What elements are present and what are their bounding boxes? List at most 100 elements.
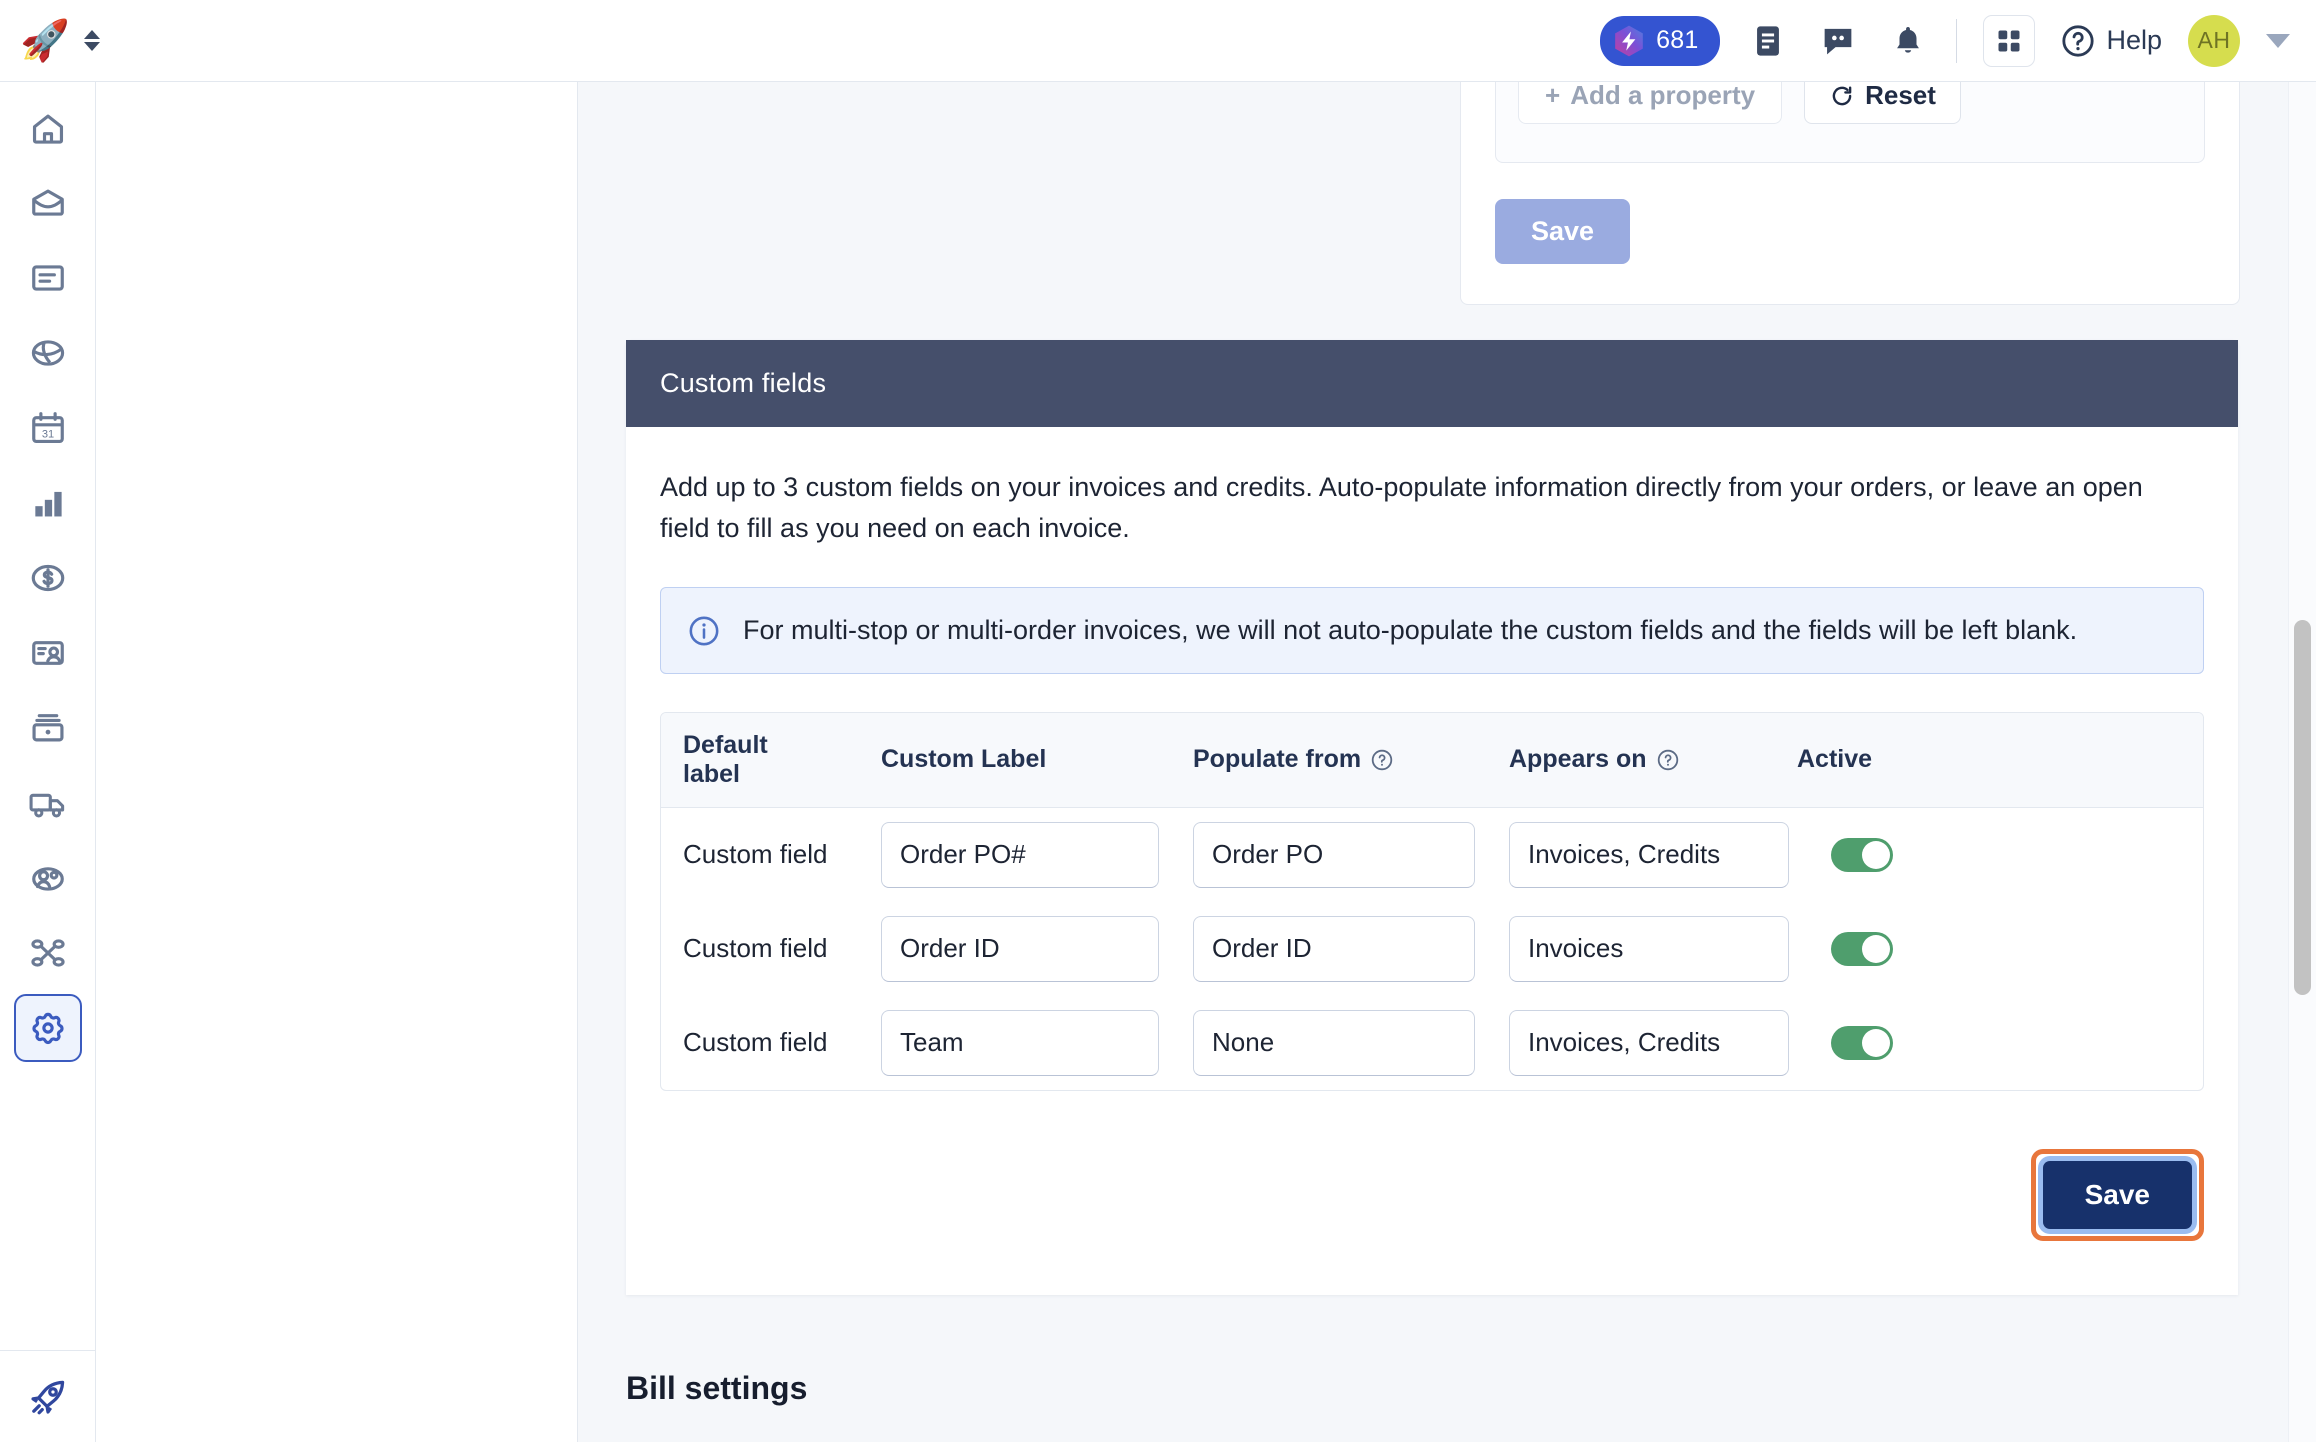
column-header-active: Active: [1797, 745, 1873, 774]
sidebar-item-settings[interactable]: [13, 994, 82, 1062]
bar-chart-icon: [34, 491, 62, 517]
settings-gear-icon: [31, 1012, 64, 1044]
sidebar-item-archive[interactable]: [14, 694, 82, 762]
custom-label-input[interactable]: Order ID: [881, 915, 1159, 982]
archive-tray-icon: [31, 714, 64, 742]
lightning-hex-icon: [1615, 25, 1643, 56]
home-icon: [32, 114, 63, 144]
custom-fields-description: Add up to 3 custom fields on your invoic…: [660, 472, 2143, 544]
reset-label: Reset: [1865, 82, 1936, 110]
column-header-populate-from-label: Populate from: [1193, 745, 1362, 774]
sidebar-item-documents[interactable]: [14, 244, 82, 312]
chat-bubble-icon[interactable]: [1816, 19, 1860, 63]
network-nodes-icon: [30, 939, 65, 967]
secondary-nav-panel: [96, 82, 578, 1442]
main-content: + Add a property Reset Save Custom field…: [578, 82, 2316, 1442]
appears-on-select[interactable]: Invoices, Credits: [1509, 1009, 1789, 1076]
column-header-populate-from: Populate from: [1193, 745, 1475, 774]
active-toggle[interactable]: [1831, 837, 1893, 872]
up-down-chevron-icon[interactable]: [83, 30, 100, 51]
save-button-highlight: Save: [2030, 1148, 2204, 1241]
properties-card-partial: + Add a property Reset Save: [1460, 82, 2240, 305]
table-row: Custom field Order ID Order ID Invoices: [661, 902, 2203, 996]
custom-fields-card: Custom fields Add up to 3 custom fields …: [626, 340, 2238, 1295]
top-bar-actions: 681 Help AH: [1600, 14, 2316, 67]
sidebar-item-integrations[interactable]: [14, 919, 82, 987]
credits-count: 681: [1656, 26, 1699, 54]
toolbar-divider: [1956, 18, 1958, 63]
custom-fields-table: Default label Custom Label Populate from: [660, 711, 2204, 1091]
active-toggle[interactable]: [1831, 1025, 1893, 1060]
table-header-row: Default label Custom Label Populate from: [661, 712, 2203, 808]
bill-settings-heading: Bill settings: [626, 1370, 808, 1406]
plus-icon: +: [1545, 82, 1561, 110]
sidebar-item-inbox[interactable]: [14, 169, 82, 237]
properties-save-button[interactable]: Save: [1495, 199, 1631, 264]
row-default-label: Custom field: [683, 1027, 828, 1058]
apps-grid-icon[interactable]: [1983, 14, 2036, 67]
avatar[interactable]: AH: [2188, 14, 2240, 67]
table-row: Custom field Order PO# Order PO Invoices…: [661, 808, 2203, 902]
add-property-button[interactable]: + Add a property: [1518, 82, 1783, 124]
app-root: 🚀 681 Help AH 31 + Add a property Reset …: [0, 0, 2316, 1442]
rocket-logo[interactable]: 🚀: [20, 21, 70, 61]
brand-area: 🚀: [0, 21, 140, 61]
rocket-icon[interactable]: [25, 1374, 71, 1420]
truck-icon: [29, 793, 64, 818]
active-toggle[interactable]: [1831, 931, 1893, 966]
dollar-circle-icon: [31, 564, 64, 592]
custom-fields-body: Add up to 3 custom fields on your invoic…: [626, 427, 2238, 1127]
sidebar-rail: 31: [0, 82, 96, 1442]
help-circle-icon[interactable]: [1370, 748, 1394, 772]
custom-label-input[interactable]: Order PO#: [881, 821, 1159, 888]
page-scrollbar-thumb[interactable]: [2294, 620, 2311, 995]
document-icon: [31, 265, 64, 291]
sidebar-item-reports[interactable]: [14, 469, 82, 537]
column-header-appears-on-label: Appears on: [1509, 745, 1647, 774]
document-icon[interactable]: [1746, 19, 1790, 63]
appears-on-select[interactable]: Invoices: [1509, 915, 1789, 982]
row-default-label: Custom field: [683, 933, 828, 964]
sidebar-item-people[interactable]: [14, 844, 82, 912]
refresh-icon: [1832, 85, 1852, 105]
info-banner: For multi-stop or multi-order invoices, …: [660, 587, 2204, 674]
custom-label-input[interactable]: Team: [881, 1009, 1159, 1076]
question-circle-icon: [2062, 24, 2095, 57]
calendar-icon: 31: [31, 412, 64, 444]
properties-box: + Add a property Reset: [1495, 82, 2205, 163]
custom-fields-footer: Save: [626, 1127, 2238, 1295]
populate-from-select[interactable]: None: [1193, 1009, 1475, 1076]
appears-on-select[interactable]: Invoices, Credits: [1509, 821, 1789, 888]
table-row: Custom field Team None Invoices, Credits: [661, 996, 2203, 1090]
info-banner-text: For multi-stop or multi-order invoices, …: [743, 615, 2078, 646]
sidebar-item-contacts[interactable]: [14, 619, 82, 687]
people-icon: [31, 867, 64, 891]
info-circle-icon: [689, 616, 719, 646]
bell-icon[interactable]: [1886, 19, 1930, 63]
sidebar-item-shipments[interactable]: [14, 769, 82, 837]
help-circle-icon[interactable]: [1656, 748, 1680, 772]
populate-from-select[interactable]: Order PO: [1193, 821, 1475, 888]
sidebar-item-home[interactable]: [14, 94, 82, 162]
populate-from-select[interactable]: Order ID: [1193, 915, 1475, 982]
sidebar-item-billing[interactable]: [14, 544, 82, 612]
sidebar-footer: [0, 1350, 95, 1442]
save-button[interactable]: Save: [2042, 1160, 2192, 1229]
column-header-appears-on: Appears on: [1509, 745, 1697, 774]
sidebar-item-calendar[interactable]: 31: [14, 394, 82, 462]
globe-icon: [31, 340, 64, 366]
add-property-label: Add a property: [1570, 82, 1756, 110]
caret-down-icon[interactable]: [2266, 33, 2290, 48]
column-header-default-label: Default label: [683, 730, 768, 788]
reset-button[interactable]: Reset: [1804, 82, 1961, 124]
top-bar: 🚀 681 Help AH: [0, 0, 2316, 82]
inbox-icon: [31, 189, 64, 216]
help-label: Help: [2106, 25, 2162, 55]
column-header-custom-label: Custom Label: [881, 745, 1047, 774]
svg-text:31: 31: [41, 429, 53, 441]
credits-badge[interactable]: 681: [1600, 15, 1721, 66]
custom-fields-title: Custom fields: [626, 340, 2238, 427]
help-button[interactable]: Help: [2061, 24, 2162, 58]
sidebar-item-global[interactable]: [14, 319, 82, 387]
contact-card-icon: [31, 641, 64, 665]
